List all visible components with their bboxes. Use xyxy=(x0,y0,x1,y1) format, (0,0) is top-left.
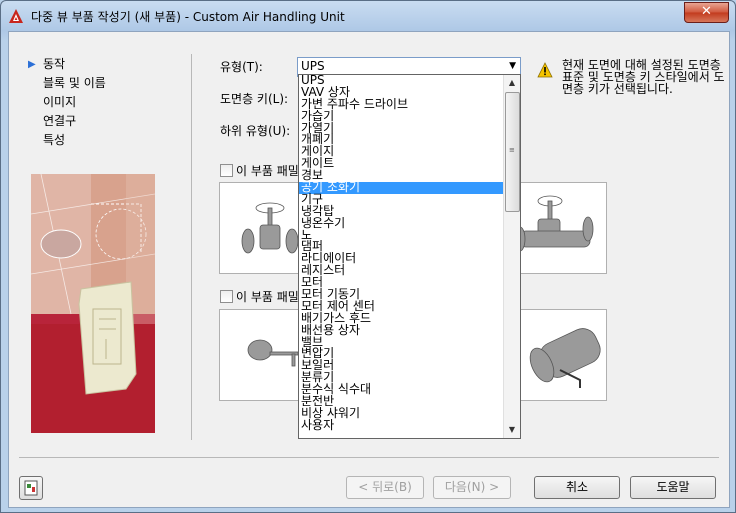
dropdown-item[interactable]: 배선용 상자 xyxy=(299,324,520,337)
wizard-illustration xyxy=(31,174,155,433)
nav-item-properties[interactable]: 특성 xyxy=(26,131,176,150)
close-button[interactable]: ✕ xyxy=(684,2,729,23)
family-checkbox-1-label: 이 부품 패밀 xyxy=(236,164,299,178)
family-checkbox-2-label: 이 부품 패밀 xyxy=(236,290,299,304)
nav-item-block-name[interactable]: 블록 및 이름 xyxy=(26,74,176,93)
layer-key-label: 도면층 키(L): xyxy=(220,92,289,106)
back-button[interactable]: < 뒤로(B) xyxy=(346,476,424,499)
vertical-divider xyxy=(191,54,192,440)
type-value: UPS xyxy=(301,59,325,73)
dropdown-scrollbar[interactable]: ▲ ≡ ▼ xyxy=(503,75,520,438)
dialog-client: ▶ 동작 블록 및 이름 이미지 연결구 특성 유형(T): UPS ▼ 현재 … xyxy=(8,31,730,508)
scroll-thumb[interactable]: ≡ xyxy=(505,92,520,212)
nav-item-label: 동작 xyxy=(43,57,66,71)
dialog-window: 다중 뷰 부품 작성기 (새 부품) - Custom Air Handling… xyxy=(0,0,736,513)
options-button[interactable] xyxy=(19,476,43,500)
dropdown-item[interactable]: 냉온수기 xyxy=(299,217,520,230)
layer-key-warning-text: 현재 도면에 대해 설정된 도면층 표준 및 도면층 키 스타일에서 도면층 키… xyxy=(562,58,725,96)
next-button[interactable]: 다음(N) > xyxy=(433,476,511,499)
dropdown-items: UPS VAV 상자 가변 주파수 드라이브 가습기 가열기 개폐기 게이지 게이트 경보 공기 … xyxy=(299,75,520,432)
warning-icon xyxy=(537,62,553,78)
step-nav: ▶ 동작 블록 및 이름 이미지 연결구 특성 xyxy=(26,55,176,150)
tool-palette-icon xyxy=(24,480,38,496)
cancel-button[interactable]: 취소 xyxy=(534,476,620,499)
chevron-down-icon[interactable]: ▼ xyxy=(509,61,516,71)
type-label: 유형(T): xyxy=(220,60,263,74)
nav-item-action[interactable]: ▶ 동작 xyxy=(26,55,176,74)
nav-item-label: 특성 xyxy=(43,133,66,147)
nav-item-label: 블록 및 이름 xyxy=(43,76,106,90)
help-button[interactable]: 도움말 xyxy=(630,476,716,499)
dropdown-item[interactable]: 게이트 xyxy=(299,157,520,170)
active-step-icon: ▶ xyxy=(28,59,36,70)
nav-item-connectors[interactable]: 연결구 xyxy=(26,112,176,131)
family-checkbox-1[interactable] xyxy=(220,164,233,177)
scroll-down-icon[interactable]: ▼ xyxy=(504,422,520,438)
type-dropdown-list[interactable]: UPS VAV 상자 가변 주파수 드라이브 가습기 가열기 개폐기 게이지 게이트 경보 공기 … xyxy=(298,74,521,439)
title-bar[interactable]: 다중 뷰 부품 작성기 (새 부품) - Custom Air Handling… xyxy=(1,1,735,31)
dropdown-item[interactable]: 레지스터 xyxy=(299,264,520,277)
footer-divider xyxy=(19,457,719,458)
dropdown-item[interactable]: 공기 조화기 xyxy=(299,181,520,194)
nav-item-label: 이미지 xyxy=(43,95,77,109)
scroll-up-icon[interactable]: ▲ xyxy=(504,75,520,91)
family-checkbox-2[interactable] xyxy=(220,290,233,303)
autocad-logo-icon xyxy=(9,9,23,23)
window-title: 다중 뷰 부품 작성기 (새 부품) - Custom Air Handling… xyxy=(31,10,345,24)
grip-icon: ≡ xyxy=(509,146,515,154)
dropdown-item[interactable]: 노 xyxy=(299,229,520,242)
dropdown-item[interactable]: 사용자 xyxy=(299,419,520,432)
nav-item-image[interactable]: 이미지 xyxy=(26,93,176,112)
subtype-label: 하위 유형(U): xyxy=(220,124,291,138)
nav-item-label: 연결구 xyxy=(43,114,77,128)
